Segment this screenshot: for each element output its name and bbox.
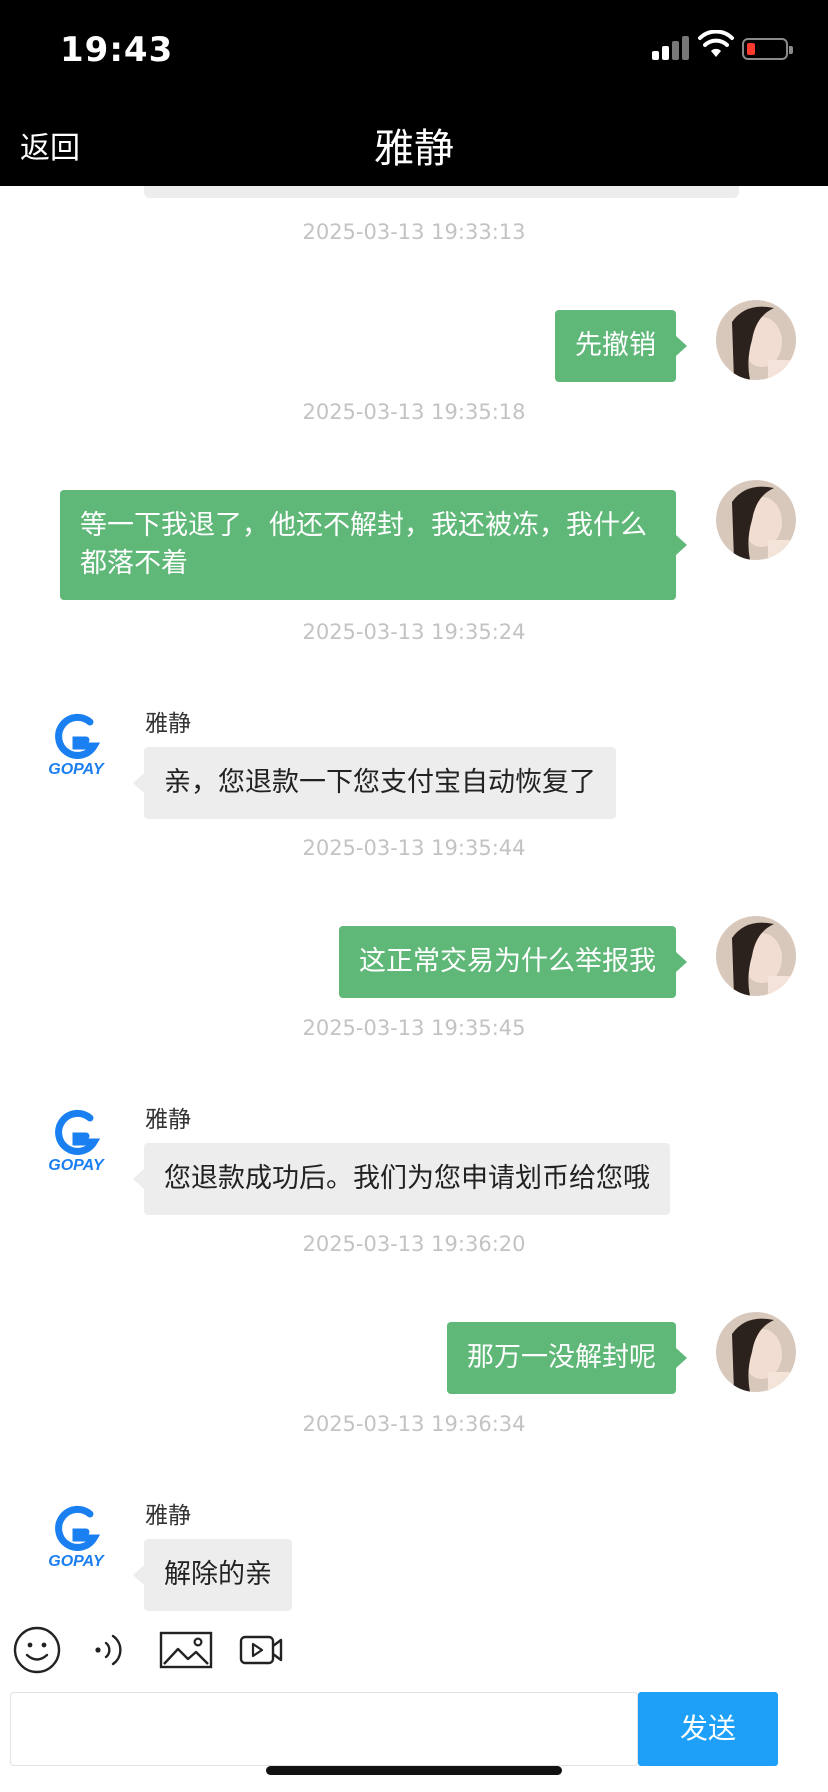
message-timestamp: 2025-03-13 19:36:34 bbox=[302, 1412, 526, 1436]
nav-bar: 返回 雅静 bbox=[0, 96, 828, 186]
message-timestamp: 2025-03-13 19:35:18 bbox=[302, 400, 526, 424]
sender-name: 雅静 bbox=[145, 711, 191, 737]
message-timestamp: 2025-03-13 19:33:13 bbox=[302, 220, 526, 244]
voice-icon[interactable] bbox=[90, 1620, 130, 1680]
user-avatar[interactable] bbox=[716, 480, 796, 560]
outgoing-message-bubble: 这正常交易为什么举报我 bbox=[339, 926, 687, 998]
outgoing-message-bubble: 那万一没解封呢 bbox=[447, 1322, 687, 1394]
incoming-message-bubble: 亲，您退款一下您支付宝自动恢复了 bbox=[133, 747, 616, 819]
send-button[interactable]: 发送 bbox=[638, 1692, 778, 1766]
incoming-message-bubble: 解除的亲 bbox=[133, 1539, 292, 1611]
gopay-logo-text: GOPAY bbox=[48, 1553, 105, 1570]
user-avatar[interactable] bbox=[716, 916, 796, 996]
chat-area[interactable]: 2025-03-13 19:33:13 先撤销 2025-03-13 19:35… bbox=[0, 186, 828, 1616]
gopay-logo-icon: GOPAY bbox=[48, 1505, 105, 1570]
user-avatar[interactable] bbox=[716, 300, 796, 380]
outgoing-message-bubble: 先撤销 bbox=[555, 310, 687, 382]
outgoing-message-bubble: 等一下我退了，他还不解封，我还被冻，我什么都落不着 bbox=[60, 490, 687, 600]
battery-icon bbox=[742, 38, 793, 60]
composer-toolbar bbox=[0, 1620, 828, 1690]
status-time: 19:43 bbox=[60, 30, 174, 70]
composer: 发送 bbox=[0, 1692, 828, 1772]
status-bar: 19:43 bbox=[0, 0, 828, 96]
incoming-message-bubble: 您退款成功后。我们为您申请划币给您哦 bbox=[133, 1143, 670, 1215]
image-icon[interactable] bbox=[158, 1620, 214, 1680]
page-title: 雅静 bbox=[374, 126, 454, 172]
home-indicator[interactable] bbox=[266, 1766, 562, 1775]
message-timestamp: 2025-03-13 19:35:24 bbox=[302, 620, 526, 644]
gopay-logo-text: GOPAY bbox=[48, 761, 105, 778]
emoji-icon[interactable] bbox=[12, 1620, 62, 1680]
message-timestamp: 2025-03-13 19:36:20 bbox=[302, 1232, 526, 1256]
user-avatar[interactable] bbox=[716, 1312, 796, 1392]
previous-message-bubble bbox=[144, 186, 739, 198]
message-timestamp: 2025-03-13 19:35:45 bbox=[302, 1016, 526, 1040]
wifi-icon bbox=[698, 30, 734, 57]
sender-name: 雅静 bbox=[145, 1503, 191, 1529]
message-timestamp: 2025-03-13 19:35:44 bbox=[302, 836, 526, 860]
gopay-logo-icon: GOPAY bbox=[48, 713, 105, 778]
cellular-signal-icon bbox=[652, 34, 692, 60]
gopay-logo-text: GOPAY bbox=[48, 1157, 105, 1174]
message-input[interactable] bbox=[10, 1692, 638, 1766]
sender-name: 雅静 bbox=[145, 1107, 191, 1133]
gopay-logo-icon: GOPAY bbox=[48, 1109, 105, 1174]
video-icon[interactable] bbox=[238, 1620, 284, 1680]
